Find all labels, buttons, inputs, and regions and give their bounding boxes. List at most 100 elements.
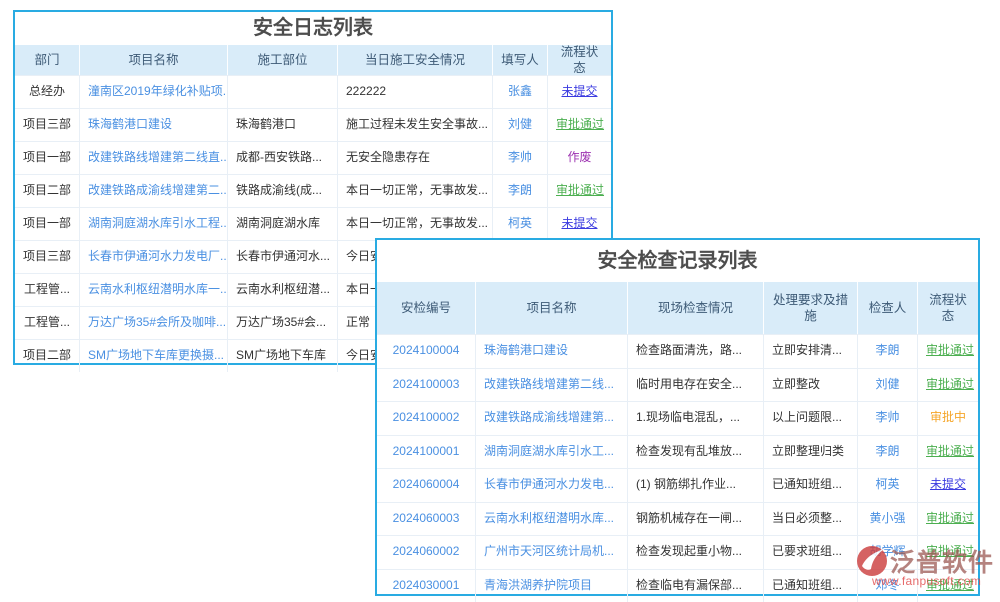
measure-cell: 立即整理归类 [763, 436, 857, 469]
writer-link[interactable]: 张鑫 [492, 76, 547, 108]
scene-cell: 检查发现起重小物... [627, 536, 763, 569]
safety-check-table-card: 安全检查记录列表 安检编号项目名称现场检查情况处理要求及措施检查人流程状态 20… [375, 238, 980, 596]
project-link[interactable]: 珠海鹤港口建设 [79, 109, 227, 141]
measure-cell: 立即整改 [763, 369, 857, 402]
dept-cell: 项目三部 [15, 109, 79, 141]
column-header-measure: 处理要求及措施 [763, 282, 857, 334]
inspection-id-link[interactable]: 2024060002 [377, 536, 475, 569]
safety-log-title: 安全日志列表 [15, 12, 611, 45]
safety-check-title: 安全检查记录列表 [377, 240, 978, 282]
writer-link[interactable]: 李朗 [492, 175, 547, 207]
project-link[interactable]: 广州市天河区统计局机... [475, 536, 627, 569]
project-link[interactable]: 改建铁路线增建第二线... [475, 369, 627, 402]
column-header-id: 安检编号 [377, 282, 475, 334]
status-link[interactable]: 审批通过 [917, 335, 978, 368]
dept-cell: 总经办 [15, 76, 79, 108]
inspector-link[interactable]: 李朗 [857, 436, 917, 469]
project-link[interactable]: 长春市伊通河水力发电厂... [79, 241, 227, 273]
project-link[interactable]: 改建铁路成渝线增建第二... [79, 175, 227, 207]
status-link[interactable]: 审批通过 [917, 369, 978, 402]
measure-cell: 立即安排清... [763, 335, 857, 368]
status-link[interactable]: 审批通过 [917, 503, 978, 536]
project-link[interactable]: 改建铁路线增建第二线直... [79, 142, 227, 174]
table-row: 2024060002广州市天河区统计局机...检查发现起重小物...已要求班组.… [377, 535, 978, 569]
inspection-id-link[interactable]: 2024060003 [377, 503, 475, 536]
project-link[interactable]: 改建铁路成渝线增建第... [475, 402, 627, 435]
status-link[interactable]: 审批通过 [547, 175, 611, 207]
table-row: 总经办潼南区2019年绿化补贴项... 222222张鑫未提交 [15, 75, 611, 108]
inspector-link[interactable]: 李朗 [857, 335, 917, 368]
inspection-id-link[interactable]: 2024030001 [377, 570, 475, 602]
measure-cell: 已通知班组... [763, 469, 857, 502]
project-link[interactable]: 湖南洞庭湖水库引水工程... [79, 208, 227, 240]
status-link[interactable]: 审批通过 [917, 570, 978, 602]
measure-cell: 当日必须整... [763, 503, 857, 536]
project-link[interactable]: 云南水利枢纽潜明水库... [475, 503, 627, 536]
project-link[interactable]: 珠海鹤港口建设 [475, 335, 627, 368]
table-row: 项目一部改建铁路线增建第二线直...成都-西安铁路...无安全隐患存在李帅作废 [15, 141, 611, 174]
column-header-part: 施工部位 [227, 45, 337, 75]
part-cell: 湖南洞庭湖水库 [227, 208, 337, 240]
dept-cell: 项目三部 [15, 241, 79, 273]
inspector-link[interactable]: 胡学辉 [857, 536, 917, 569]
column-header-writer: 填写人 [492, 45, 547, 75]
status-link[interactable]: 审批通过 [917, 436, 978, 469]
dept-cell: 项目一部 [15, 208, 79, 240]
scene-cell: 检查发现有乱堆放... [627, 436, 763, 469]
project-link[interactable]: 潼南区2019年绿化补贴项... [79, 76, 227, 108]
status-link[interactable]: 审批中 [917, 402, 978, 435]
writer-link[interactable]: 柯英 [492, 208, 547, 240]
scene-cell: 1.现场临电混乱，... [627, 402, 763, 435]
part-cell: 云南水利枢纽潜... [227, 274, 337, 306]
situation-cell: 施工过程未发生安全事故... [337, 109, 492, 141]
inspector-link[interactable]: 邓冬 [857, 570, 917, 602]
situation-cell: 222222 [337, 76, 492, 108]
inspection-id-link[interactable]: 2024100003 [377, 369, 475, 402]
measure-cell: 已通知班组... [763, 570, 857, 602]
status-link[interactable]: 未提交 [547, 208, 611, 240]
dept-cell: 项目二部 [15, 340, 79, 372]
inspection-id-link[interactable]: 2024060004 [377, 469, 475, 502]
part-cell: 成都-西安铁路... [227, 142, 337, 174]
status-link[interactable]: 审批通过 [917, 536, 978, 569]
column-header-project: 项目名称 [79, 45, 227, 75]
table-row: 2024060004长春市伊通河水力发电...(1) 钢筋绑扎作业...已通知班… [377, 468, 978, 502]
status-link[interactable]: 审批通过 [547, 109, 611, 141]
writer-link[interactable]: 李帅 [492, 142, 547, 174]
dept-cell: 项目一部 [15, 142, 79, 174]
part-cell: 珠海鹤港口 [227, 109, 337, 141]
inspection-id-link[interactable]: 2024100004 [377, 335, 475, 368]
column-header-project: 项目名称 [475, 282, 627, 334]
scene-cell: 检查临电有漏保部... [627, 570, 763, 602]
dept-cell: 项目二部 [15, 175, 79, 207]
project-link[interactable]: SM广场地下车库更换摄... [79, 340, 227, 372]
inspector-link[interactable]: 刘健 [857, 369, 917, 402]
inspection-id-link[interactable]: 2024100002 [377, 402, 475, 435]
project-link[interactable]: 长春市伊通河水力发电... [475, 469, 627, 502]
dept-cell: 工程管... [15, 274, 79, 306]
inspector-link[interactable]: 李帅 [857, 402, 917, 435]
status-link[interactable]: 作废 [547, 142, 611, 174]
part-cell: 万达广场35#会... [227, 307, 337, 339]
writer-link[interactable]: 刘健 [492, 109, 547, 141]
table-row: 2024100001湖南洞庭湖水库引水工...检查发现有乱堆放...立即整理归类… [377, 435, 978, 469]
inspection-id-link[interactable]: 2024100001 [377, 436, 475, 469]
inspector-link[interactable]: 黄小强 [857, 503, 917, 536]
inspector-link[interactable]: 柯英 [857, 469, 917, 502]
table-row: 2024030001青海洪湖养护院项目检查临电有漏保部...已通知班组...邓冬… [377, 569, 978, 602]
table-row: 2024060003云南水利枢纽潜明水库...钢筋机械存在一闸...当日必须整.… [377, 502, 978, 536]
project-link[interactable]: 万达广场35#会所及咖啡... [79, 307, 227, 339]
status-link[interactable]: 未提交 [917, 469, 978, 502]
scene-cell: 临时用电存在安全... [627, 369, 763, 402]
project-link[interactable]: 湖南洞庭湖水库引水工... [475, 436, 627, 469]
situation-cell: 本日一切正常，无事故发... [337, 175, 492, 207]
scene-cell: (1) 钢筋绑扎作业... [627, 469, 763, 502]
measure-cell: 以上问题限... [763, 402, 857, 435]
status-link[interactable]: 未提交 [547, 76, 611, 108]
column-header-dept: 部门 [15, 45, 79, 75]
part-cell: SM广场地下车库 [227, 340, 337, 372]
project-link[interactable]: 云南水利枢纽潜明水库一... [79, 274, 227, 306]
column-header-status: 流程状态 [547, 45, 611, 75]
project-link[interactable]: 青海洪湖养护院项目 [475, 570, 627, 602]
situation-cell: 无安全隐患存在 [337, 142, 492, 174]
